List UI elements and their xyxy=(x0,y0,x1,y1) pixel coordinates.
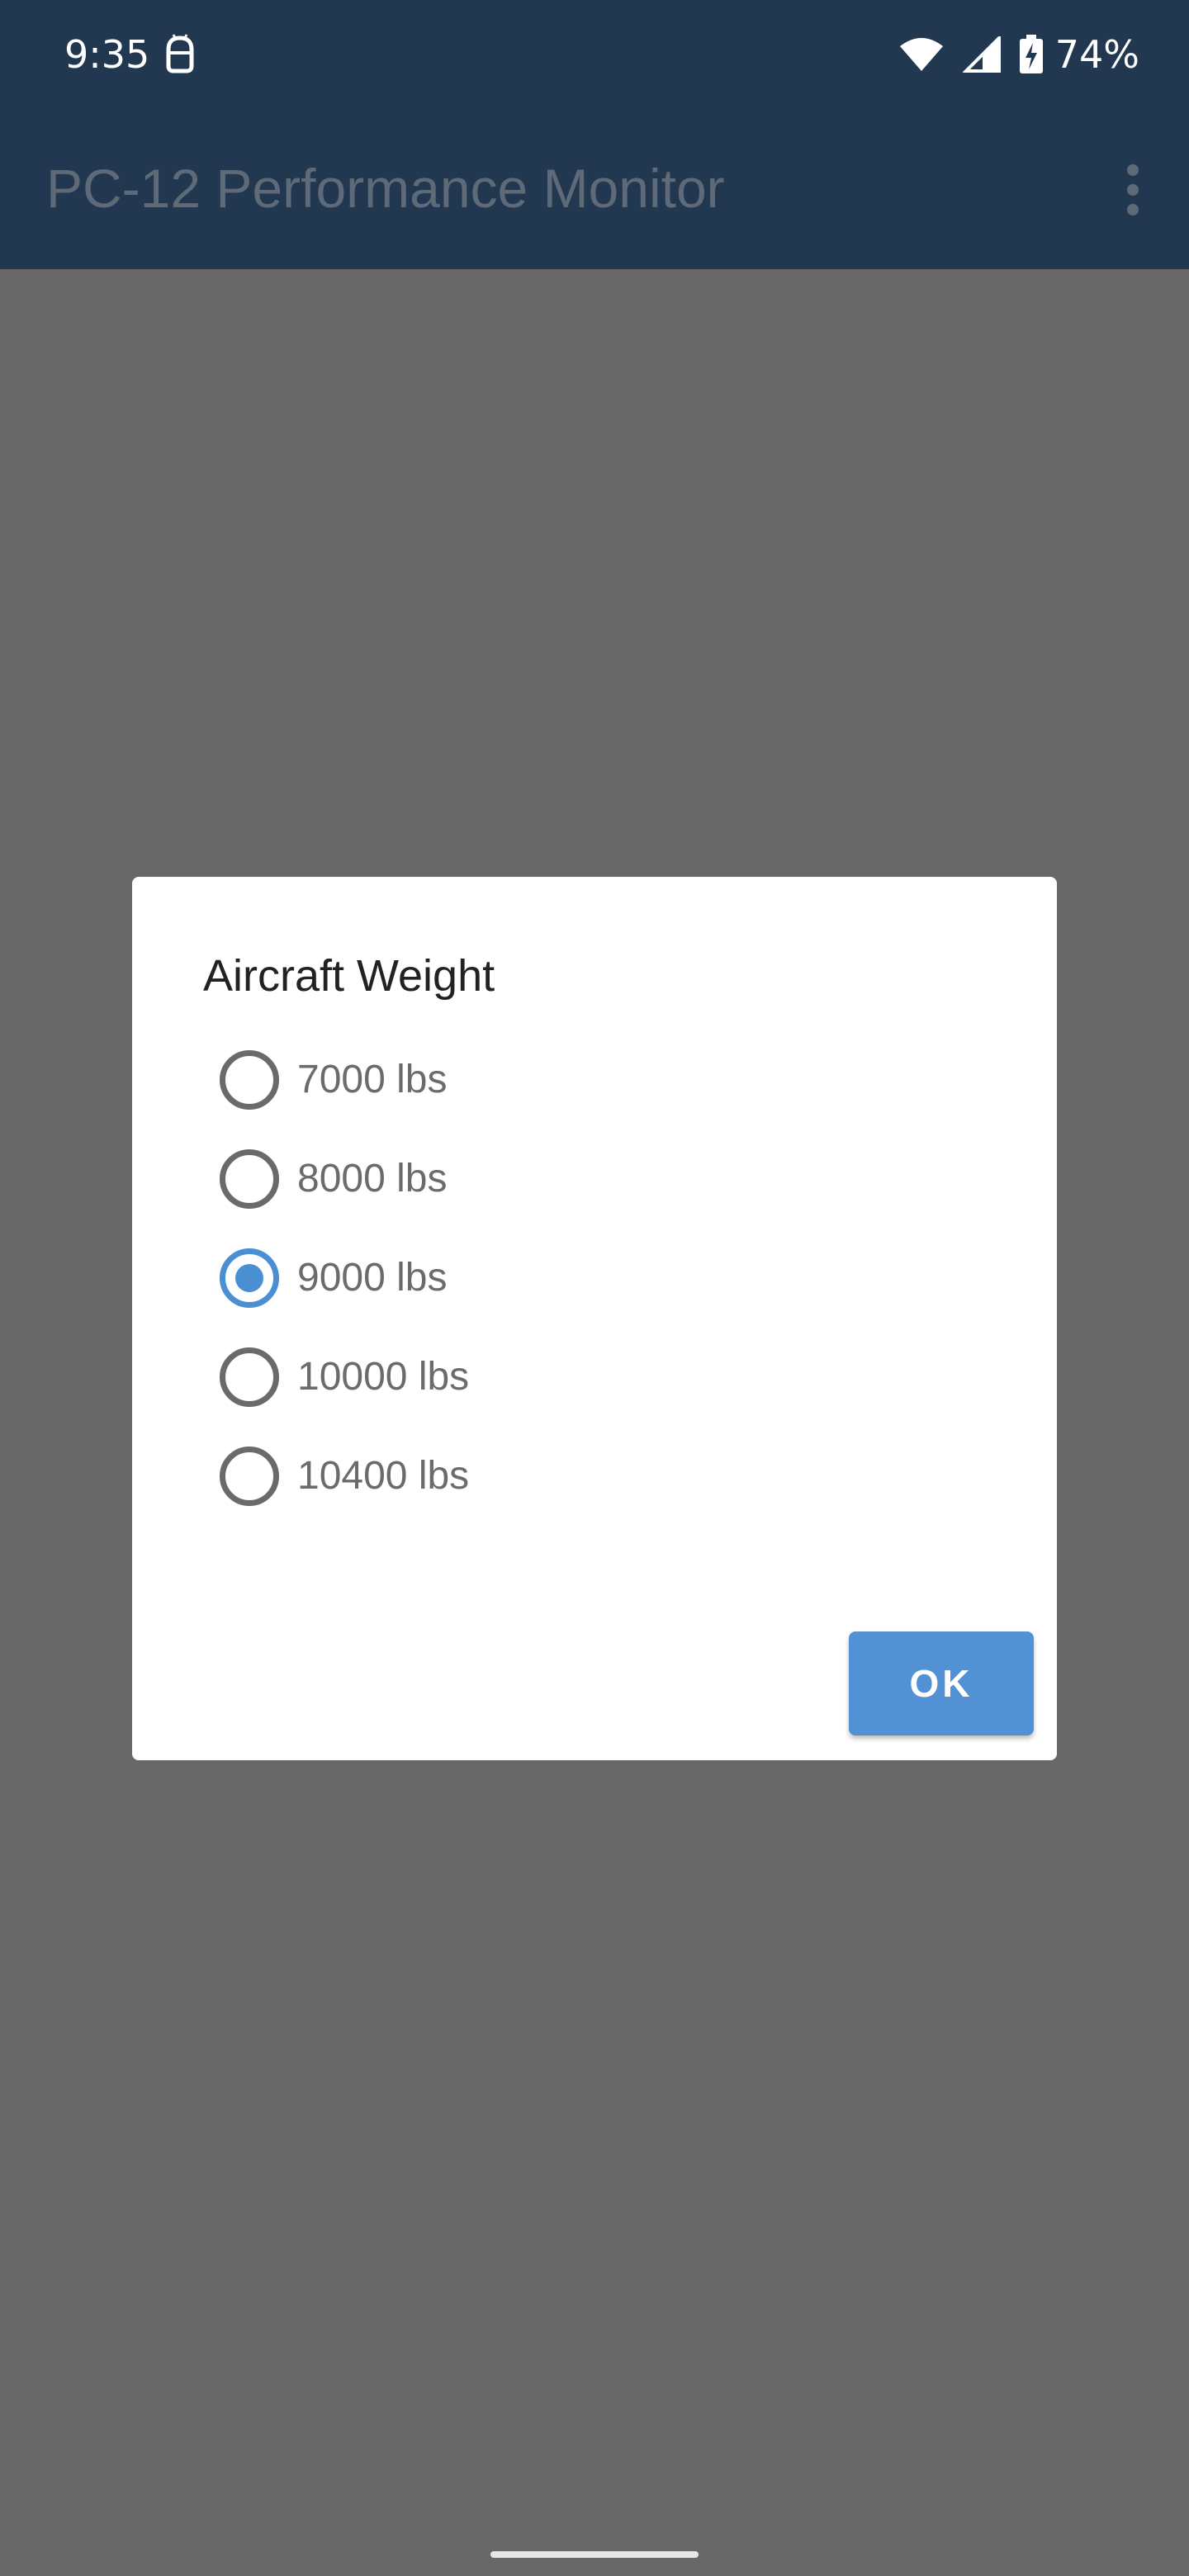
option-label: 10400 lbs xyxy=(297,1454,470,1498)
android-system-icon xyxy=(166,34,194,73)
weight-option-9000[interactable]: 9000 lbs xyxy=(220,1229,963,1328)
app-title: PC-12 Performance Monitor xyxy=(46,158,725,219)
weight-option-8000[interactable]: 8000 lbs xyxy=(220,1129,963,1229)
aircraft-weight-dialog: Aircraft Weight 7000 lbs 8000 lbs 9000 l… xyxy=(132,877,1057,1760)
radio-button[interactable] xyxy=(220,1447,279,1506)
weight-option-10000[interactable]: 10000 lbs xyxy=(220,1328,963,1427)
status-bar: 9:35 74% xyxy=(0,0,1189,107)
radio-button[interactable] xyxy=(220,1050,279,1110)
overflow-dot xyxy=(1127,184,1139,196)
option-label: 10000 lbs xyxy=(297,1355,470,1399)
signal-icon xyxy=(962,36,1001,73)
gesture-navigation-bar[interactable] xyxy=(490,2551,699,2558)
weight-options: 7000 lbs 8000 lbs 9000 lbs 10000 lbs 104… xyxy=(220,1030,963,1526)
battery-percent: 74% xyxy=(1054,32,1139,77)
radio-button-checked[interactable] xyxy=(220,1248,279,1308)
app-bar: PC-12 Performance Monitor xyxy=(0,107,1189,269)
weight-option-10400[interactable]: 10400 lbs xyxy=(220,1427,963,1526)
weight-option-7000[interactable]: 7000 lbs xyxy=(220,1030,963,1129)
option-label: 7000 lbs xyxy=(297,1058,448,1101)
radio-button[interactable] xyxy=(220,1347,279,1407)
dialog-title: Aircraft Weight xyxy=(203,951,495,1001)
ok-button[interactable]: OK xyxy=(849,1631,1034,1735)
overflow-dot xyxy=(1127,204,1139,215)
overflow-menu-icon[interactable] xyxy=(1108,157,1158,223)
wifi-icon xyxy=(899,38,943,71)
status-icons: 74% xyxy=(898,30,1139,79)
option-label: 8000 lbs xyxy=(297,1157,448,1200)
option-label: 9000 lbs xyxy=(297,1256,448,1300)
battery-charging-icon xyxy=(1019,35,1043,73)
overflow-dot xyxy=(1127,164,1139,176)
status-time: 9:35 xyxy=(64,32,150,77)
radio-button[interactable] xyxy=(220,1149,279,1209)
